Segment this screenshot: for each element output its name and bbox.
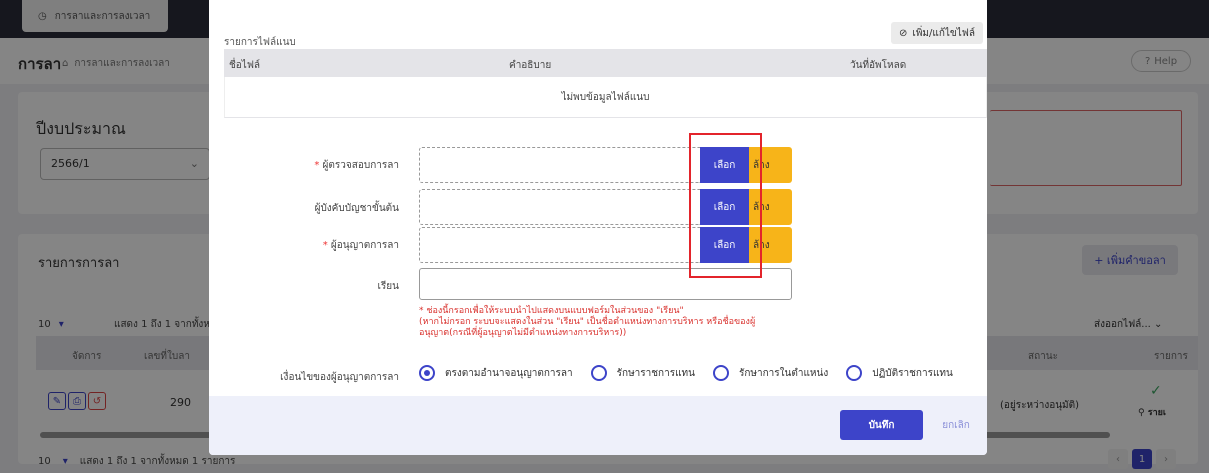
inspector-clear-button[interactable]: ล้าง [749, 147, 792, 183]
inspector-input[interactable] [419, 147, 700, 183]
approver-clear-button[interactable]: ล้าง [749, 227, 792, 263]
approver-input[interactable] [419, 227, 700, 263]
approver-select-button[interactable]: เลือก [700, 227, 749, 263]
leave-approval-modal: รายการไฟล์แนบ ⊘ เพิ่ม/แก้ไขไฟล์ ชื่อไฟล์… [209, 0, 987, 455]
radio-icon[interactable] [846, 365, 863, 381]
edit-attachments-button[interactable]: ⊘ เพิ่ม/แก้ไขไฟล์ [891, 22, 983, 44]
attachments-table-header: ชื่อไฟล์ คำอธิบาย วันที่อัพโหลด [224, 49, 987, 77]
radio-selected-icon[interactable] [419, 365, 435, 381]
field-label-inspector: * ผู้ตรวจสอบการลา [314, 160, 399, 171]
condition-option-on-behalf[interactable]: ปฏิบัติราชการแทน [846, 365, 953, 381]
supervisor-select-button[interactable]: เลือก [700, 189, 749, 225]
column-header-uploaded: วันที่อัพโหลด [850, 60, 907, 71]
attachments-empty-message: ไม่พบข้อมูลไฟล์แนบ [224, 77, 987, 118]
radio-icon[interactable] [712, 365, 729, 381]
field-label-dear: เรียน [377, 281, 399, 292]
field-label-supervisor: ผู้บังคับบัญชาขั้นต้น [314, 203, 399, 214]
radio-icon[interactable] [590, 365, 607, 381]
column-header-description: คำอธิบาย [509, 60, 552, 71]
supervisor-clear-button[interactable]: ล้าง [749, 189, 792, 225]
cancel-button[interactable]: ยกเลิก [933, 410, 979, 440]
condition-option-caretaker[interactable]: รักษาการในตำแหน่ง [712, 365, 828, 381]
column-header-filename: ชื่อไฟล์ [229, 60, 261, 71]
save-button[interactable]: บันทึก [840, 410, 923, 440]
supervisor-input[interactable] [419, 189, 700, 225]
field-label-approver: * ผู้อนุญาตการลา [322, 240, 399, 251]
field-label-condition: เงื่อนไขของผู้อนุญาตการลา [280, 372, 399, 383]
attachments-title: รายการไฟล์แนบ [224, 37, 296, 48]
condition-radio-group: ตรงตามอำนาจอนุญาตการลา รักษาราชการแทน รั… [419, 365, 971, 381]
dear-hint: * ช่องนี้กรอกเพื่อให้ระบบนำไปแสดงบนแบบฟอ… [419, 306, 756, 338]
condition-option-authority[interactable]: ตรงตามอำนาจอนุญาตการลา [419, 365, 573, 381]
inspector-select-button[interactable]: เลือก [700, 147, 749, 183]
attachments-table: ชื่อไฟล์ คำอธิบาย วันที่อัพโหลด ไม่พบข้อ… [224, 49, 987, 118]
dear-input[interactable] [419, 268, 792, 300]
paperclip-icon: ⊘ [899, 27, 908, 39]
condition-option-acting[interactable]: รักษาราชการแทน [590, 365, 695, 381]
